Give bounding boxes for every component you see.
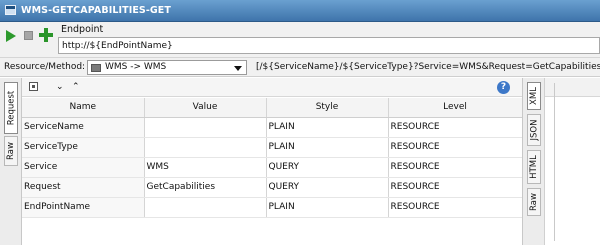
play-icon[interactable] (6, 30, 16, 42)
chevron-up-icon[interactable]: ⌃ (72, 82, 80, 92)
tab-html-label: HTML (529, 155, 539, 179)
request-view-tabs: Request Raw (0, 78, 22, 245)
tab-raw-label: Raw (6, 142, 17, 160)
param-style-cell[interactable]: QUERY (266, 177, 389, 198)
resource-method-select[interactable]: WMS -> WMS (87, 60, 247, 75)
table-row[interactable]: Service WMS QUERY RESOURCE (22, 157, 523, 178)
tab-raw-response-label: Raw (529, 193, 540, 211)
endpoint-input[interactable] (58, 37, 600, 54)
param-level-cell[interactable]: RESOURCE (388, 117, 523, 138)
param-level-cell[interactable]: RESOURCE (388, 177, 523, 198)
tab-xml[interactable]: XML (527, 82, 541, 110)
table-header-row: Name Value Style Level (22, 98, 523, 118)
param-value-cell[interactable] (144, 137, 267, 158)
chevron-down-icon[interactable] (234, 66, 242, 71)
window-icon (5, 5, 16, 15)
request-parameters-panel: ⌄ ⌃ ? Name Value Style Level ServiceName… (22, 78, 523, 245)
tab-request-label: Request (6, 90, 16, 126)
table-row[interactable]: EndPointName PLAIN RESOURCE (22, 197, 523, 218)
table-row[interactable]: ServiceName PLAIN RESOURCE (22, 117, 523, 138)
column-header-level[interactable]: Level (388, 98, 523, 118)
chevron-down-icon[interactable]: ⌄ (56, 82, 64, 92)
param-value-cell[interactable]: WMS (144, 157, 267, 178)
tab-raw-request[interactable]: Raw (4, 136, 18, 166)
tab-json[interactable]: JSON (527, 114, 541, 146)
response-pane[interactable] (544, 78, 600, 245)
param-style-cell[interactable]: PLAIN (266, 197, 389, 218)
param-value-cell[interactable] (144, 117, 267, 138)
param-level-cell[interactable]: RESOURCE (388, 197, 523, 218)
add-icon[interactable] (39, 28, 53, 42)
resource-path: [/${ServiceName}/${ServiceType}?Service=… (256, 62, 600, 72)
request-toolbar: Endpoint (0, 22, 600, 58)
column-header-name[interactable]: Name (22, 98, 145, 118)
param-style-cell[interactable]: QUERY (266, 157, 389, 178)
column-header-value[interactable]: Value (144, 98, 267, 118)
param-level-cell[interactable]: RESOURCE (388, 157, 523, 178)
param-value-cell[interactable] (144, 197, 267, 218)
tab-xml-label: XML (529, 87, 539, 105)
table-row[interactable]: ServiceType PLAIN RESOURCE (22, 137, 523, 158)
param-name-cell[interactable]: EndPointName (22, 197, 145, 218)
resource-method-bar: Resource/Method: WMS -> WMS [/${ServiceN… (0, 58, 600, 77)
line-number-divider (554, 83, 555, 241)
resource-method-label: Resource/Method: (4, 62, 86, 72)
parameters-toolbar: ⌄ ⌃ ? (22, 78, 522, 97)
resource-icon (91, 64, 101, 72)
tab-html[interactable]: HTML (527, 150, 541, 184)
param-name-cell[interactable]: ServiceType (22, 137, 145, 158)
resource-method-value: WMS -> WMS (105, 62, 167, 72)
param-name-cell[interactable]: ServiceName (22, 117, 145, 138)
param-value-cell[interactable]: GetCapabilities (144, 177, 267, 198)
table-row[interactable]: Request GetCapabilities QUERY RESOURCE (22, 177, 523, 198)
param-style-cell[interactable]: PLAIN (266, 117, 389, 138)
window-title-bar: WMS-GETCAPABILITIES-GET (0, 0, 600, 22)
endpoint-label: Endpoint (61, 24, 104, 35)
param-name-cell[interactable]: Request (22, 177, 145, 198)
window-title: WMS-GETCAPABILITIES-GET (21, 5, 171, 16)
tab-json-label: JSON (529, 119, 540, 141)
stop-icon[interactable] (24, 31, 33, 40)
param-style-cell[interactable]: PLAIN (266, 137, 389, 158)
parameters-table: Name Value Style Level ServiceName PLAIN… (22, 98, 523, 218)
param-level-cell[interactable]: RESOURCE (388, 137, 523, 158)
expand-all-icon[interactable] (29, 82, 38, 91)
tab-raw-response[interactable]: Raw (527, 188, 541, 216)
help-icon[interactable]: ? (497, 81, 510, 94)
column-header-style[interactable]: Style (266, 98, 389, 118)
param-name-cell[interactable]: Service (22, 157, 145, 178)
response-view-tabs: XML JSON HTML Raw (522, 78, 544, 245)
tab-request[interactable]: Request (4, 82, 18, 134)
